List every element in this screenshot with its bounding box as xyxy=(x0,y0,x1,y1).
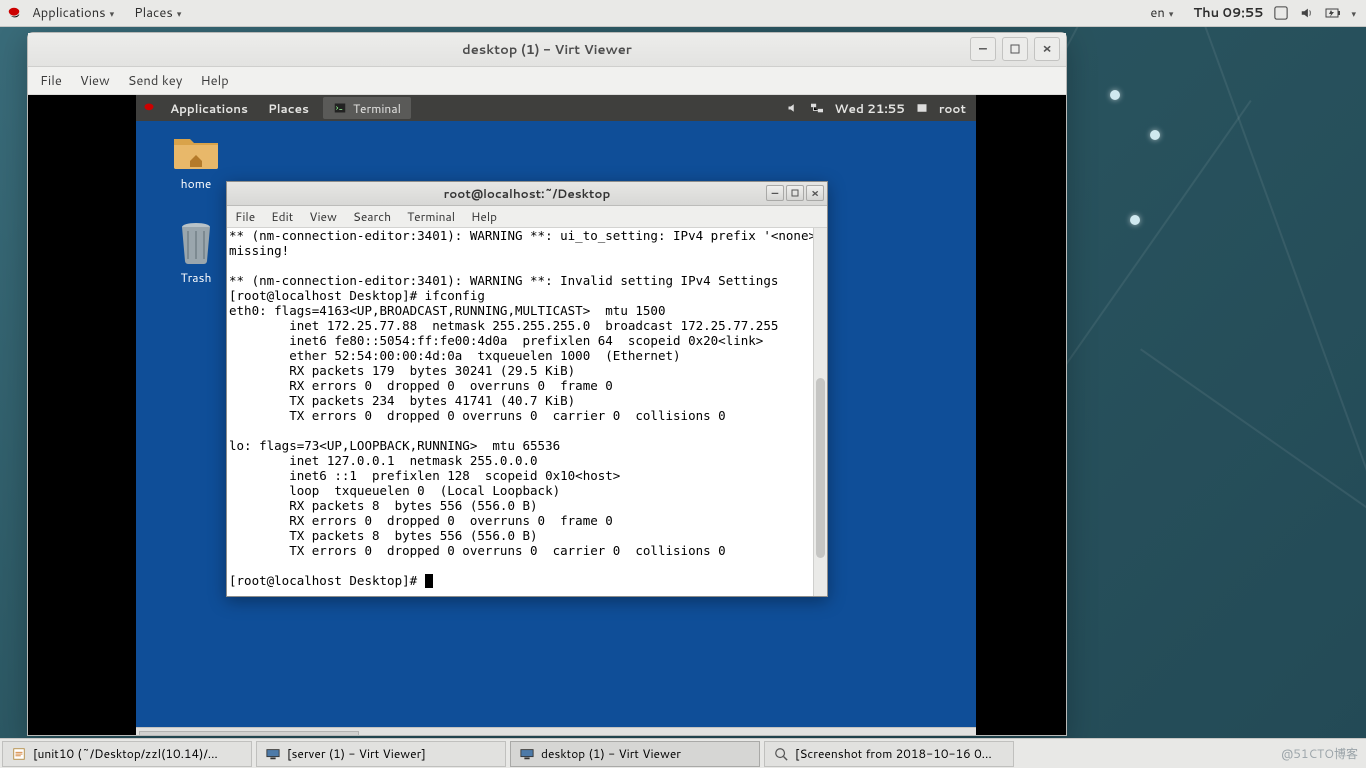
menu-label: Applications xyxy=(32,4,106,22)
close-button[interactable]: × xyxy=(806,185,824,201)
host-top-panel: Applications ▾ Places ▾ en ▾ Thu 09:55 ▾ xyxy=(0,0,1366,27)
terminal-titlebar[interactable]: root@localhost:~/Desktop – × xyxy=(227,182,827,206)
terminal-body[interactable]: ** (nm-connection-editor:3401): WARNING … xyxy=(227,228,827,596)
terminal-output: ** (nm-connection-editor:3401): WARNING … xyxy=(227,228,827,588)
terminal-window: root@localhost:~/Desktop – × File Edit V… xyxy=(226,181,828,597)
guest-top-panel: Applications Places Terminal Wed 21:55 r… xyxy=(136,95,976,121)
menu-view[interactable]: View xyxy=(309,208,337,225)
host-taskbar: [unit10 (~/Desktop/zzl(10.14)/... [serve… xyxy=(0,738,1366,768)
watermark: @51CTO博客 xyxy=(1281,745,1358,762)
maximize-button[interactable] xyxy=(786,185,804,201)
icon-label: home xyxy=(181,175,212,192)
desktop-icon-home[interactable]: home xyxy=(156,131,236,192)
volume-icon[interactable] xyxy=(1299,5,1315,21)
close-button[interactable]: × xyxy=(1034,37,1060,61)
menu-label: Places xyxy=(134,4,173,22)
guest-applications-menu[interactable]: Applications xyxy=(160,95,258,121)
host-lang-indicator[interactable]: en ▾ xyxy=(1140,0,1183,27)
menu-search[interactable]: Search xyxy=(353,208,391,225)
menu-sendkey[interactable]: Send key xyxy=(128,72,183,90)
guest-desktop-area: Applications Places Terminal Wed 21:55 r… xyxy=(136,95,976,727)
guest-desktop[interactable]: home Trash root@localhost:~/Desktop – xyxy=(136,121,976,727)
menu-file[interactable]: File xyxy=(40,72,62,90)
virt-viewer-display[interactable]: Applications Places Terminal Wed 21:55 r… xyxy=(28,95,1066,735)
image-viewer-icon xyxy=(773,746,789,762)
desktop-icon-trash[interactable]: Trash xyxy=(156,221,236,286)
lang-label: en xyxy=(1150,4,1164,22)
menu-terminal[interactable]: Terminal xyxy=(407,208,455,225)
guest-places-menu[interactable]: Places xyxy=(258,95,319,121)
scrollbar-thumb[interactable] xyxy=(816,378,825,558)
terminal-menubar: File Edit View Search Terminal Help xyxy=(227,206,827,228)
host-clock[interactable]: Thu 09:55 xyxy=(1193,4,1263,22)
guest-workspace-pager[interactable]: 1 / 4 xyxy=(930,733,976,735)
taskbar-item[interactable]: [Screenshot from 2018-10-16 0... xyxy=(764,741,1014,767)
terminal-title: root@localhost:~/Desktop xyxy=(444,185,611,202)
task-label: [unit10 (~/Desktop/zzl(10.14)/... xyxy=(33,745,218,762)
chevron-down-icon: ▾ xyxy=(177,7,182,20)
task-label: root@localhost:~/Desktop xyxy=(168,733,317,735)
menu-edit[interactable]: Edit xyxy=(271,208,293,225)
guest-user[interactable]: root xyxy=(939,100,966,117)
chevron-down-icon: ▾ xyxy=(110,7,115,20)
guest-clock[interactable]: Wed 21:55 xyxy=(834,100,904,117)
running-app-label: Terminal xyxy=(353,100,401,117)
menu-view[interactable]: View xyxy=(80,72,110,90)
trash-icon xyxy=(176,221,216,265)
chevron-down-icon: ▾ xyxy=(1169,7,1174,20)
virt-viewer-menubar: File View Send key Help xyxy=(28,67,1066,95)
minimize-button[interactable]: – xyxy=(766,185,784,201)
guest-running-app[interactable]: Terminal xyxy=(323,97,411,119)
text-editor-icon xyxy=(11,746,27,762)
terminal-icon xyxy=(333,101,347,115)
battery-icon[interactable] xyxy=(1325,5,1341,21)
taskbar-item[interactable]: [server (1) - Virt Viewer] xyxy=(256,741,506,767)
maximize-button[interactable] xyxy=(1002,37,1028,61)
volume-icon[interactable] xyxy=(786,101,800,115)
host-applications-menu[interactable]: Applications ▾ xyxy=(22,0,124,27)
menu-file[interactable]: File xyxy=(235,208,255,225)
guest-taskbar-item[interactable]: root@localhost:~/Desktop xyxy=(139,731,359,736)
taskbar-item[interactable]: [unit10 (~/Desktop/zzl(10.14)/... xyxy=(2,741,252,767)
redhat-logo-icon xyxy=(142,101,156,115)
redhat-logo-icon xyxy=(6,5,22,21)
host-places-menu[interactable]: Places ▾ xyxy=(124,0,191,27)
folder-home-icon xyxy=(172,131,220,171)
terminal-scrollbar[interactable] xyxy=(813,228,827,596)
taskbar-item-active[interactable]: desktop (1) - Virt Viewer xyxy=(510,741,760,767)
terminal-cursor xyxy=(425,574,433,588)
task-label: [Screenshot from 2018-10-16 0... xyxy=(795,745,992,762)
task-label: desktop (1) - Virt Viewer xyxy=(541,745,681,762)
user-icon xyxy=(915,101,929,115)
menu-help[interactable]: Help xyxy=(471,208,497,225)
window-title: desktop (1) - Virt Viewer xyxy=(462,41,632,59)
display-icon xyxy=(519,746,535,762)
network-icon[interactable] xyxy=(810,101,824,115)
minimize-button[interactable]: – xyxy=(970,37,996,61)
menu-label: Applications xyxy=(170,100,248,117)
a11y-icon[interactable] xyxy=(1273,5,1289,21)
icon-label: Trash xyxy=(181,269,212,286)
menu-label: Places xyxy=(268,100,309,117)
virt-viewer-window: desktop (1) - Virt Viewer – × File View … xyxy=(27,32,1067,736)
virt-viewer-titlebar[interactable]: desktop (1) - Virt Viewer – × xyxy=(28,33,1066,67)
menu-help[interactable]: Help xyxy=(200,72,228,90)
display-icon xyxy=(265,746,281,762)
guest-bottom-panel: root@localhost:~/Desktop 1 / 4 xyxy=(136,727,976,735)
task-label: [server (1) - Virt Viewer] xyxy=(287,745,426,762)
chevron-down-icon[interactable]: ▾ xyxy=(1351,7,1356,20)
